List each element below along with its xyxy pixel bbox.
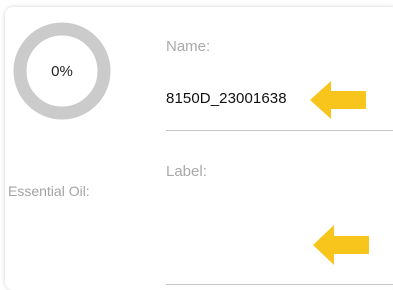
name-field[interactable]: 8150D_23001638 xyxy=(166,90,287,107)
left-arrow-icon xyxy=(313,225,369,265)
progress-percent: 0% xyxy=(51,62,73,80)
essential-oil-label: Essential Oil: xyxy=(8,183,90,199)
name-field-label: Name: xyxy=(166,38,211,55)
left-arrow-icon xyxy=(310,81,366,119)
name-field-underline xyxy=(166,130,393,131)
label-field-label: Label: xyxy=(166,163,207,180)
progress-ring: 0% xyxy=(13,22,111,120)
